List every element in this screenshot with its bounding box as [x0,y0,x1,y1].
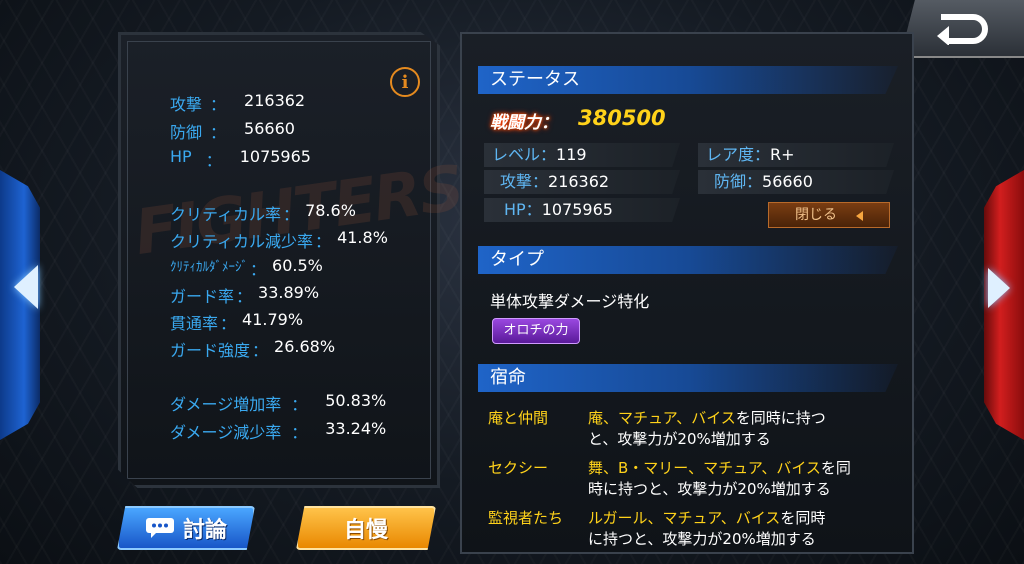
stat-hp: HP ： 1075965 [170,147,311,170]
fate-item: 監視者たち ルガール、マチュア、バイスを同時 に持つと、攻撃力が20%増加する [488,509,826,548]
stat-crit-damage: ｸﾘﾃｨｶﾙﾀﾞﾒｰｼﾞ ： 60.5% [170,256,323,279]
fate-item: セクシー 舞、B・マリー、マチュア、バイスを同 時に持つと、攻撃力が20%増加す… [488,459,851,498]
discuss-label: 討論 [182,518,227,543]
level-bar: レベル：119 [484,143,680,167]
close-button[interactable]: 閉じる [768,202,890,228]
attack-bar: 攻撃：216362 [484,170,680,194]
discuss-button[interactable]: 討論 [117,506,255,550]
boast-label: 自慢 [343,518,388,543]
chat-bubble-icon [145,518,174,538]
type-description: 単体攻撃ダメージ特化 [490,292,650,311]
stat-damage-down: ダメージ減少率 ： 33.24% [170,419,387,442]
arrow-left-icon[interactable] [14,265,38,309]
combat-power-value: 380500 [578,106,666,130]
type-section-header: タイプ [478,246,898,274]
fate-section-header: 宿命 [478,364,898,392]
stat-attack: 攻撃 ： 216362 [170,91,306,114]
defense-bar: 防御：56660 [698,170,894,194]
stat-crit-rate: クリティカル率 ： 78.6% [170,201,356,224]
stat-guard-strength: ガード強度 ： 26.68% [170,337,336,360]
stat-defense: 防御 ： 56660 [170,119,295,142]
info-icon[interactable]: i [390,67,420,97]
back-button[interactable] [900,0,1024,58]
stat-pierce-rate: 貫通率 ： 41.79% [170,310,304,333]
hp-bar: HP：1075965 [484,198,680,222]
stat-crit-reduce: クリティカル減少率 ： 41.8% [170,228,388,251]
return-icon [937,14,988,45]
type-badge[interactable]: オロチの力 [492,318,580,344]
fate-item: 庵と仲間 庵、マチュア、バイスを同時に持つ と、攻撃力が20%増加する [488,409,826,448]
status-section-header: ステータス [478,66,898,94]
boast-button[interactable]: 自慢 [296,506,436,550]
triangle-left-icon [856,211,863,221]
stat-damage-up: ダメージ増加率 ： 50.83% [170,391,387,414]
rarity-bar: レア度：R+ [698,143,894,167]
arrow-right-icon[interactable] [988,268,1010,308]
combat-power-label: 戦闘力： [490,113,558,133]
stat-guard-rate: ガード率 ： 33.89% [170,283,320,306]
